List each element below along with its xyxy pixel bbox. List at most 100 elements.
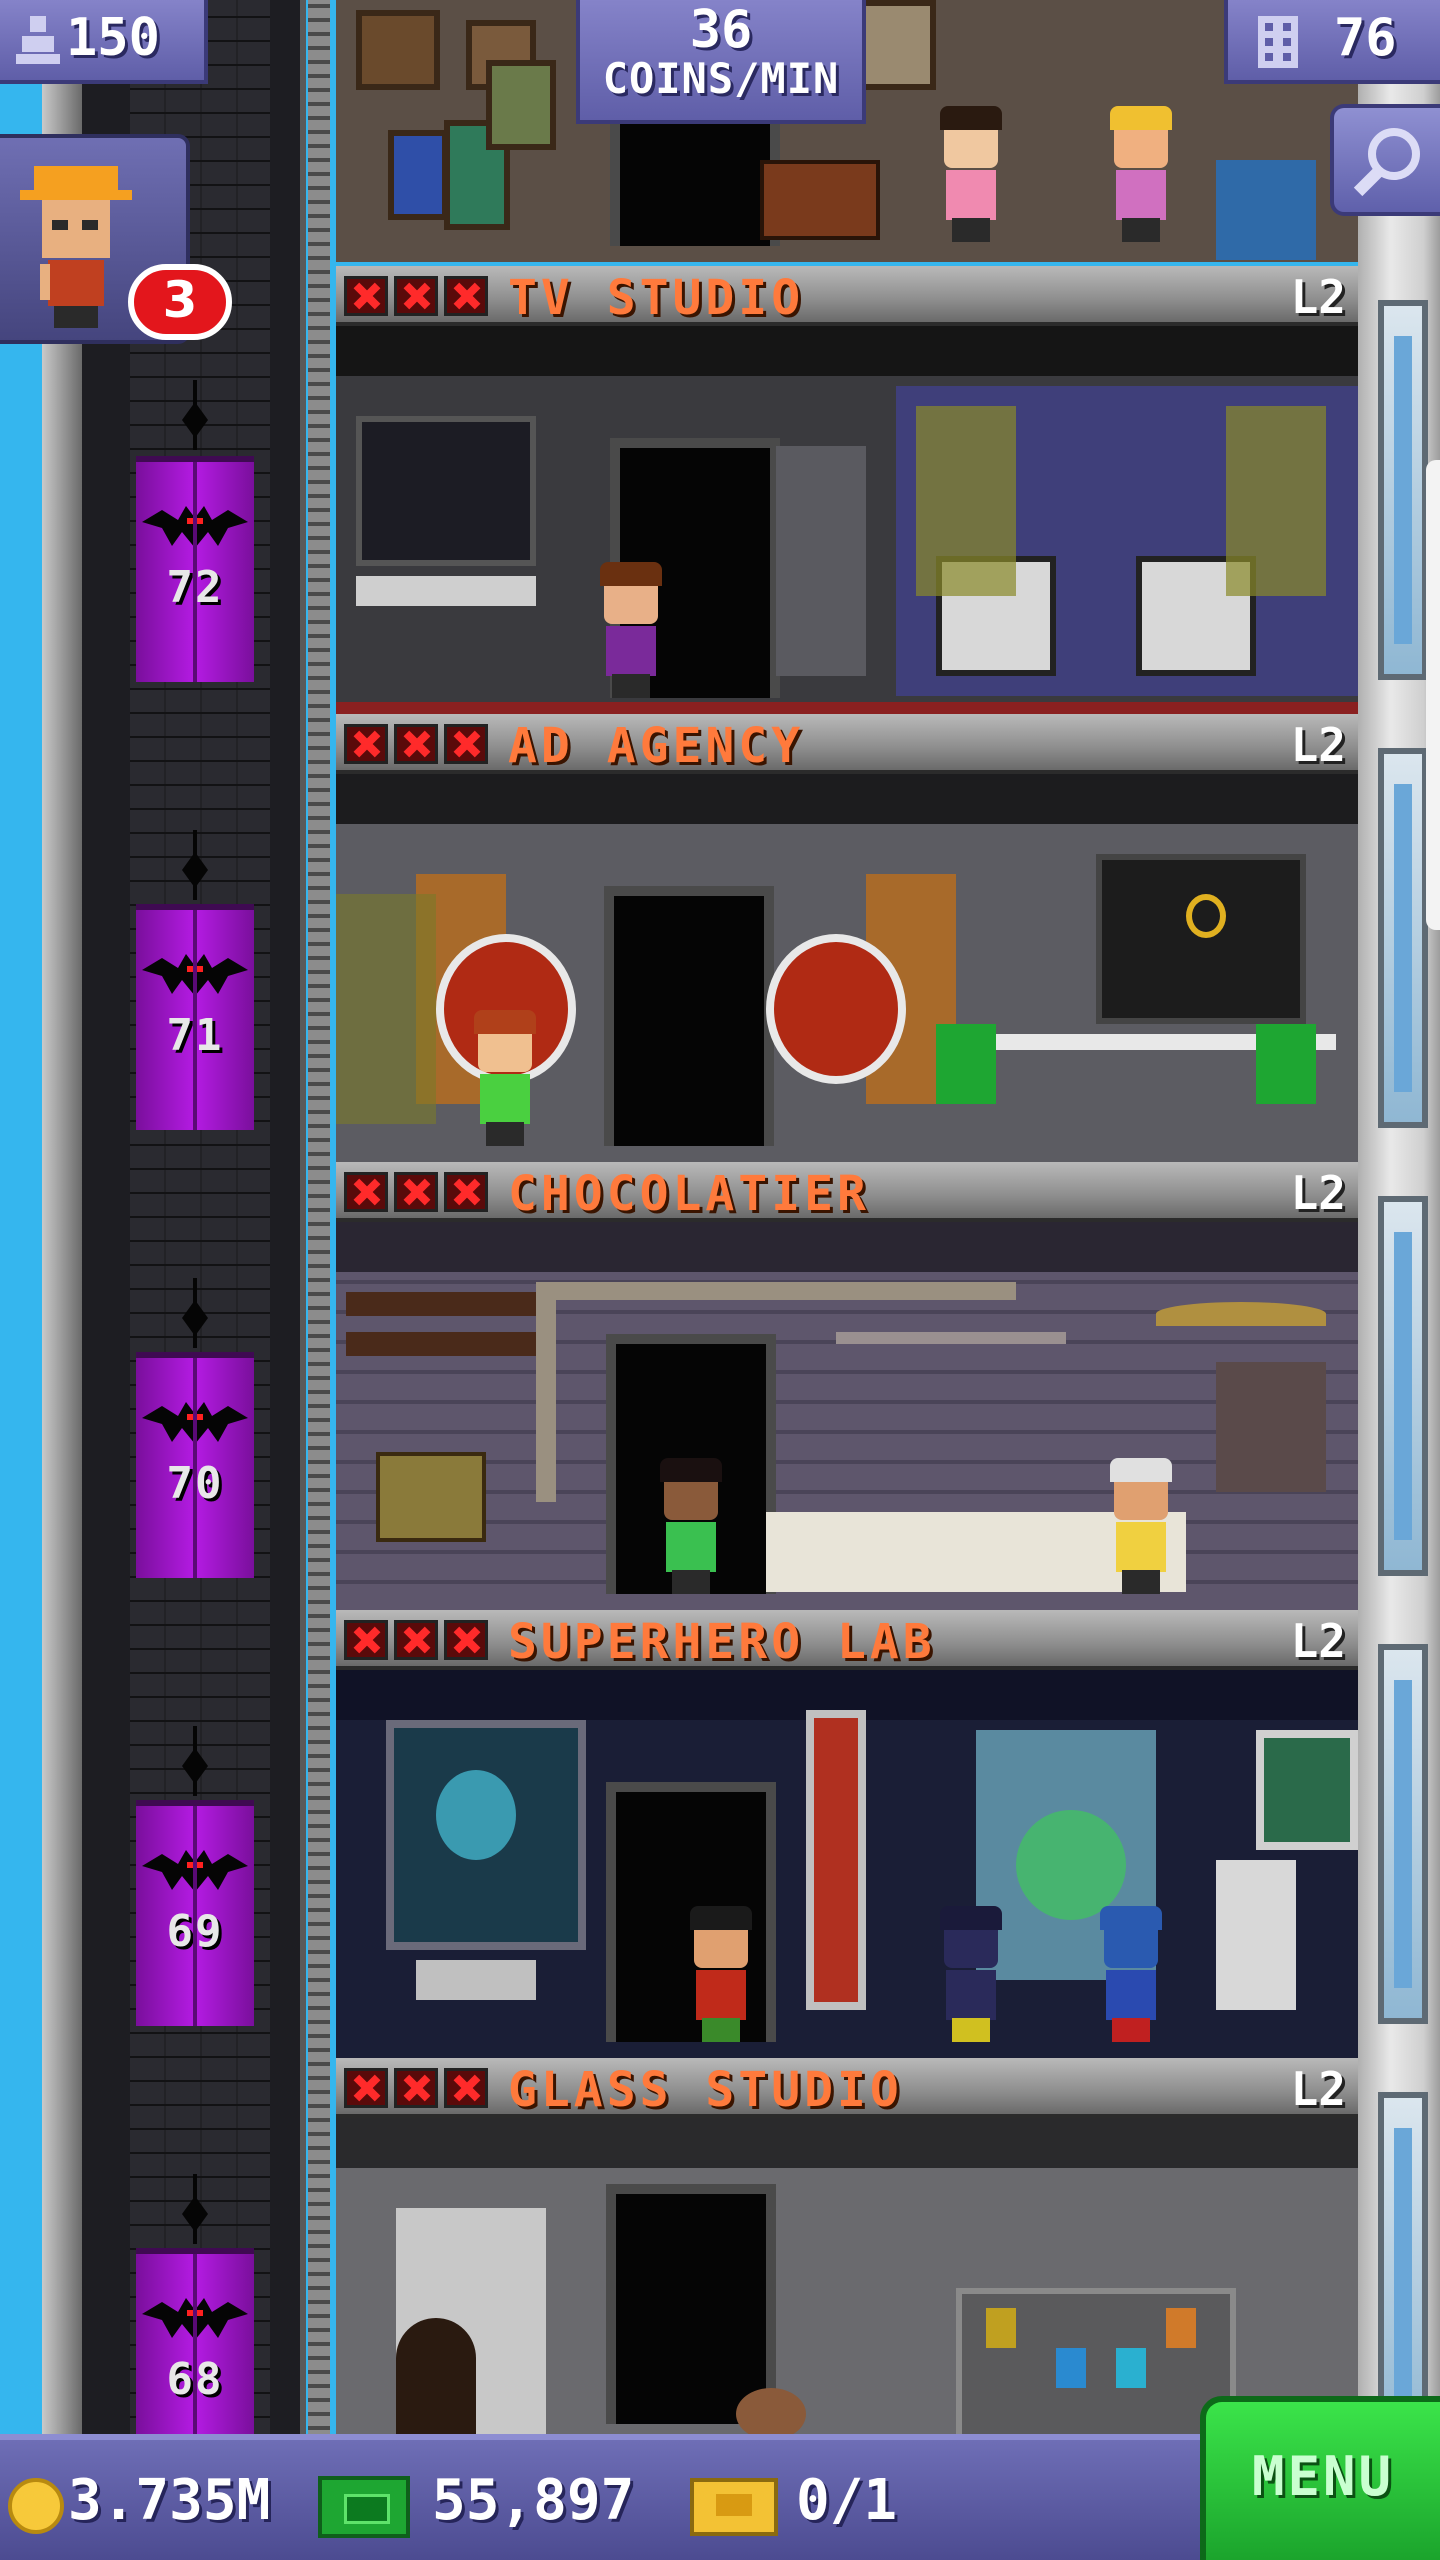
elevator-floor-number: 71	[166, 1010, 224, 1061]
floor-header: CHOCOLATIER L2	[336, 1162, 1358, 1222]
bitizen[interactable]	[936, 106, 1006, 242]
x-mark-icon	[344, 1172, 388, 1212]
x-mark-icon	[444, 1172, 488, 1212]
x-mark-icon	[444, 724, 488, 764]
bat-icon	[142, 1402, 248, 1444]
tower-window	[1378, 1196, 1428, 1576]
elevator-car[interactable]: 71	[136, 904, 254, 1130]
elevator-floor-number: 72	[166, 562, 224, 613]
coins-value[interactable]: 3.735M	[68, 2468, 270, 2533]
x-mark-icon	[344, 1620, 388, 1660]
bitizen[interactable]	[1106, 1458, 1176, 1594]
tower-window	[1378, 1644, 1428, 2024]
bat-icon	[142, 2298, 248, 2340]
shaft-rail	[308, 0, 330, 2440]
coins-per-min-display: 36 COINS/MIN	[576, 0, 866, 124]
floor-superhero-lab[interactable]: SUPERHERO LAB L2	[336, 1610, 1358, 2058]
floor-header: AD AGENCY L2	[336, 714, 1358, 774]
floor-level: L2	[1290, 1614, 1346, 1668]
room-door	[610, 110, 780, 246]
game-screen: TV STUDIO L2 72 AD AGENCY L2 71 CHOCOLAT…	[0, 0, 1440, 2560]
spire-icon	[178, 2174, 212, 2244]
floors-value: 76	[1334, 8, 1397, 68]
x-mark-icon	[444, 1620, 488, 1660]
floors-counter[interactable]: 76	[1224, 0, 1440, 84]
x-mark-icon	[394, 276, 438, 316]
room-interior[interactable]	[336, 2118, 1358, 2440]
elevator-car[interactable]: 69	[136, 1800, 254, 2026]
shaft-brick-wall	[130, 0, 270, 2440]
floor-level: L2	[1290, 718, 1346, 772]
worker-icon	[20, 166, 132, 328]
floor-name: AD AGENCY	[508, 718, 805, 774]
bux-icon	[318, 2476, 410, 2538]
bat-icon	[142, 506, 248, 548]
bat-icon	[142, 1850, 248, 1892]
population-value: 150	[66, 8, 160, 68]
floor-glass-studio[interactable]: GLASS STUDIO L2	[336, 2058, 1358, 2440]
elevator-floor-number: 68	[166, 2354, 224, 2405]
spire-icon	[178, 1278, 212, 1348]
bitizen[interactable]	[936, 1906, 1006, 2042]
elevator-car[interactable]: 70	[136, 1352, 254, 1578]
alert-badge: 3	[128, 264, 232, 340]
x-mark-icon	[344, 2068, 388, 2108]
scroll-handle[interactable]	[1426, 460, 1440, 930]
coins-per-min-unit: COINS/MIN	[602, 54, 840, 103]
bitizen[interactable]	[596, 562, 666, 698]
room-door	[604, 886, 774, 1146]
floor-name: SUPERHERO LAB	[508, 1614, 936, 1670]
bitizen-alert-button[interactable]: 3	[0, 134, 232, 344]
room-interior[interactable]	[336, 326, 1358, 714]
x-mark-icon	[344, 276, 388, 316]
floor-level: L2	[1290, 1166, 1346, 1220]
tower-bux-value[interactable]: 55,897	[432, 2468, 634, 2533]
room-interior[interactable]	[336, 1222, 1358, 1610]
bitizen[interactable]	[470, 1010, 540, 1146]
floor-level: L2	[1290, 270, 1346, 324]
x-mark-icon	[444, 2068, 488, 2108]
spire-icon	[178, 830, 212, 900]
bitizen[interactable]	[686, 1906, 756, 2042]
elevator-floor-number: 69	[166, 1906, 224, 1957]
bitizen[interactable]	[656, 1458, 726, 1594]
bitizen[interactable]	[1106, 106, 1176, 242]
elevator-car[interactable]: 68	[136, 2248, 254, 2440]
x-mark-icon	[394, 724, 438, 764]
population-counter[interactable]: 150	[0, 0, 208, 84]
coins-per-min-value: 36	[689, 0, 753, 60]
tower-outer-wall	[42, 0, 82, 2440]
floor-chocolatier[interactable]: CHOCOLATIER L2	[336, 1162, 1358, 1610]
menu-button[interactable]: MENU	[1200, 2396, 1440, 2560]
floor-level: L2	[1290, 2062, 1346, 2116]
coin-icon	[8, 2478, 64, 2534]
floor-header: GLASS STUDIO L2	[336, 2058, 1358, 2118]
x-mark-icon	[444, 276, 488, 316]
floor-tv-studio[interactable]: TV STUDIO L2	[336, 266, 1358, 714]
tower-window	[1378, 748, 1428, 1128]
building-icon	[1258, 16, 1298, 68]
floor-name: GLASS STUDIO	[508, 2062, 903, 2118]
x-mark-icon	[394, 1620, 438, 1660]
tower-window	[1378, 300, 1428, 680]
bitizen[interactable]	[1096, 1906, 1166, 2042]
floor-name: CHOCOLATIER	[508, 1166, 870, 1222]
spire-icon	[178, 1726, 212, 1796]
floor-header: TV STUDIO L2	[336, 266, 1358, 326]
search-button[interactable]	[1330, 104, 1440, 216]
x-mark-icon	[394, 2068, 438, 2108]
sky	[0, 0, 42, 2440]
elevator-car[interactable]: 72	[136, 456, 254, 682]
room-interior[interactable]	[336, 774, 1358, 1162]
floor-name: TV STUDIO	[508, 270, 805, 326]
x-mark-icon	[344, 724, 388, 764]
room-door	[606, 2184, 776, 2424]
vip-tickets-value[interactable]: 0/1	[796, 2468, 897, 2533]
floor-header: SUPERHERO LAB L2	[336, 1610, 1358, 1670]
search-icon	[1353, 128, 1420, 197]
bat-icon	[142, 954, 248, 996]
spire-icon	[178, 380, 212, 450]
room-interior[interactable]	[336, 1670, 1358, 2058]
floor-ad-agency[interactable]: AD AGENCY L2	[336, 714, 1358, 1162]
x-mark-icon	[394, 1172, 438, 1212]
